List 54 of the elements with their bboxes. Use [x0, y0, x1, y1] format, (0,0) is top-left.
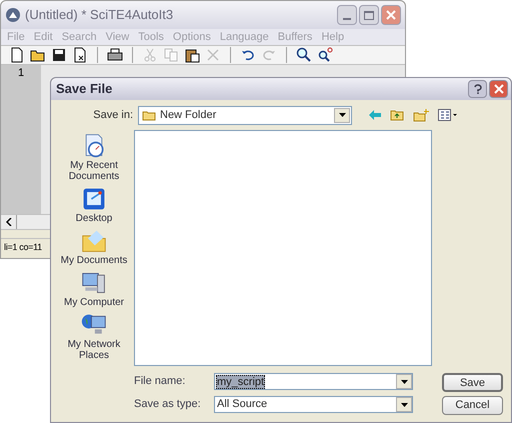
- save-button[interactable]: Save: [442, 373, 503, 392]
- search-icon[interactable]: [296, 47, 312, 63]
- help-button[interactable]: [468, 80, 487, 98]
- place-item[interactable]: My Documents: [58, 228, 130, 266]
- status-text: li=1 co=11: [4, 240, 42, 254]
- place-item[interactable]: Desktop: [58, 186, 130, 224]
- dialog-title: Save File: [56, 80, 112, 98]
- file-name-field[interactable]: my_script: [214, 373, 413, 390]
- window-title: (Untitled) * SciTE4AutoIt3: [25, 6, 174, 24]
- close-file-icon[interactable]: [72, 47, 88, 63]
- dropdown-button[interactable]: [396, 374, 412, 389]
- close-icon: [494, 84, 504, 94]
- close-icon: [386, 10, 396, 20]
- field-label: Save as type:: [134, 397, 202, 412]
- save-in-value: New Folder: [160, 108, 216, 123]
- place-label: My Network Places: [66, 339, 122, 361]
- caret-icon: [400, 402, 408, 406]
- close-button[interactable]: [381, 5, 401, 25]
- folder-icon: [142, 110, 156, 120]
- caret-icon: [400, 380, 408, 384]
- new-file-icon[interactable]: [9, 47, 25, 63]
- save-in-dropdown[interactable]: New Folder: [138, 106, 352, 124]
- cancel-button[interactable]: Cancel: [442, 396, 503, 415]
- question-mark-icon: [474, 84, 482, 94]
- maximize-button[interactable]: [359, 5, 379, 25]
- save-in-label: Save in:: [92, 108, 133, 123]
- desktop-icon: [81, 186, 107, 212]
- minimize-button[interactable]: [337, 5, 357, 25]
- dropdown-button[interactable]: [396, 397, 412, 412]
- paste-icon[interactable]: [184, 47, 200, 63]
- place-label: My Recent Documents: [68, 160, 120, 182]
- field-value: All Source: [216, 397, 268, 412]
- place-label: Desktop: [76, 213, 112, 224]
- computer-icon: [81, 270, 107, 296]
- caret-icon: [338, 113, 346, 117]
- view-menu-icon[interactable]: [438, 109, 457, 121]
- line-number: 1: [18, 66, 24, 81]
- place-label: My Computer: [64, 297, 124, 308]
- new-folder-icon[interactable]: [413, 108, 429, 122]
- dropdown-button[interactable]: [334, 108, 350, 122]
- replace-icon[interactable]: [317, 47, 333, 63]
- field-label: File name:: [134, 374, 186, 390]
- place-item[interactable]: My Recent Documents: [58, 133, 130, 182]
- field-value: my_script: [216, 374, 266, 388]
- place-item[interactable]: My Computer: [58, 270, 130, 308]
- place-label: My Documents: [60, 255, 128, 266]
- folder-icon: [81, 228, 107, 254]
- up-folder-icon[interactable]: [390, 109, 404, 121]
- app-icon: [5, 7, 21, 23]
- file-type-dropdown[interactable]: All Source: [214, 396, 413, 413]
- save-icon[interactable]: [51, 47, 67, 63]
- close-button[interactable]: [489, 80, 508, 98]
- place-item[interactable]: My Network Places: [58, 312, 130, 361]
- print-icon[interactable]: [107, 47, 123, 63]
